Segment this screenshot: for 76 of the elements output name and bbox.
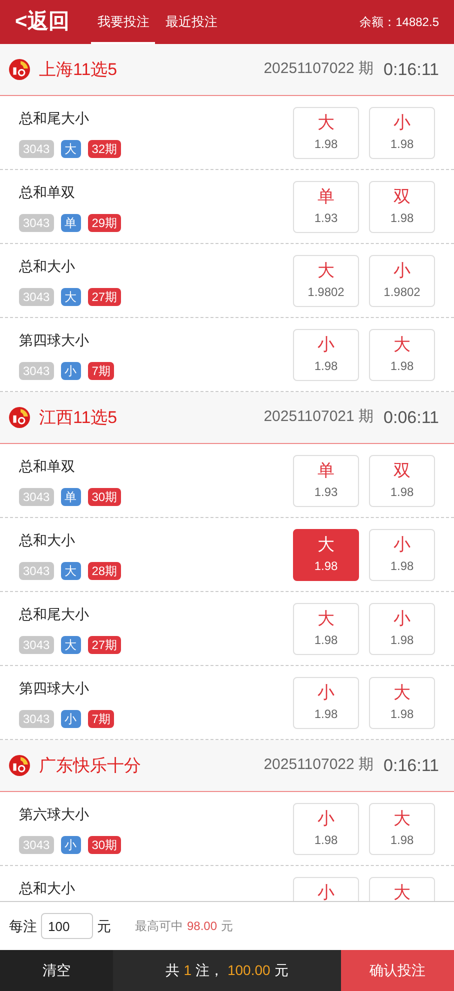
stat-tag: 大 <box>60 562 81 580</box>
total-amount: 100.00 <box>227 961 270 980</box>
bet-type-label: 总和尾大小 <box>19 605 90 624</box>
bet-type-label: 总和大小 <box>19 879 76 898</box>
stat-tag: 小 <box>60 362 81 380</box>
stat-tag: 32期 <box>88 140 122 158</box>
lottery-name: 江西11选5 <box>39 406 118 429</box>
odds-button[interactable]: 大 1.98 <box>293 107 359 159</box>
lottery-name: 上海11选5 <box>39 58 118 81</box>
odds-button[interactable]: 小 1.9802 <box>369 255 435 307</box>
max-win-label: 最高可中 <box>135 918 183 935</box>
stake-unit: 元 <box>97 916 111 936</box>
bet-type-label: 总和单双 <box>19 457 76 476</box>
stake-label: 每注 <box>9 916 37 936</box>
odds-button[interactable]: 小 1.98 <box>293 677 359 729</box>
max-win-amount: 98.00 <box>187 918 218 935</box>
stake-input[interactable]: 100 <box>41 913 93 939</box>
balance: 余额：14882.5 <box>360 14 439 31</box>
stat-tag: 7期 <box>88 362 114 380</box>
odds-button[interactable]: 大 1.98 <box>293 529 359 581</box>
bet-type-label: 总和大小 <box>19 257 76 276</box>
countdown: 0:06:11 <box>384 406 439 429</box>
stat-tag: 大 <box>60 636 81 654</box>
back-button[interactable]: <返回 <box>15 6 70 38</box>
summary-text: 注， <box>195 961 224 980</box>
odds-button[interactable]: 大 1.98 <box>369 677 435 729</box>
lottery-logo-icon <box>9 59 30 80</box>
countdown: 0:16:11 <box>384 754 439 777</box>
stat-tag: 大 <box>60 288 81 306</box>
stat-tag: 单 <box>60 214 81 232</box>
bet-type-label: 第四球大小 <box>19 679 90 698</box>
odds-button[interactable]: 单 1.93 <box>293 181 359 233</box>
issue-number: 20251107022 期 <box>264 59 374 80</box>
odds-button[interactable]: 大 1.98 <box>293 603 359 655</box>
clear-button[interactable]: 清空 <box>0 950 113 991</box>
odds-button[interactable]: 小 1.98 <box>369 603 435 655</box>
stat-tag: 小 <box>60 836 81 854</box>
stat-tag: 30期 <box>88 488 122 506</box>
bet-type-label: 第四球大小 <box>19 331 90 350</box>
stat-tag: 小 <box>60 710 81 728</box>
stat-tag: 29期 <box>88 214 122 232</box>
bet-type-label: 总和单双 <box>19 183 76 202</box>
bet-type-label: 总和大小 <box>19 531 76 550</box>
stat-tag: 30期 <box>88 836 122 854</box>
bet-type-label: 总和尾大小 <box>19 109 90 128</box>
odds-button[interactable]: 小 1.98 <box>369 529 435 581</box>
odds-button[interactable]: 小 1.98 <box>293 803 359 855</box>
bet-type-label: 第六球大小 <box>19 805 90 824</box>
summary-text: 共 <box>166 961 180 980</box>
bet-count: 1 <box>184 961 192 980</box>
issue-number: 20251107022 期 <box>264 755 374 776</box>
odds-button[interactable]: 大 1.98 <box>369 329 435 381</box>
stat-tag: 27期 <box>88 288 122 306</box>
tab[interactable]: 最近投注 <box>159 0 224 44</box>
summary-unit: 元 <box>274 961 288 980</box>
lottery-logo-icon <box>9 755 30 776</box>
stat-tag: 单 <box>60 488 81 506</box>
stat-tag: 大 <box>60 140 81 158</box>
odds-button[interactable]: 小 <box>293 877 359 901</box>
odds-button[interactable]: 小 1.98 <box>293 329 359 381</box>
odds-button[interactable]: 大 1.9802 <box>293 255 359 307</box>
stat-tag: 7期 <box>88 710 114 728</box>
odds-button[interactable]: 双 1.98 <box>369 181 435 233</box>
odds-button[interactable]: 大 1.98 <box>369 803 435 855</box>
odds-button[interactable]: 单 1.93 <box>293 455 359 507</box>
odds-button[interactable]: 双 1.98 <box>369 455 435 507</box>
issue-number: 20251107021 期 <box>264 407 374 428</box>
odds-button[interactable]: 小 1.98 <box>369 107 435 159</box>
max-win-unit: 元 <box>221 918 234 935</box>
confirm-button[interactable]: 确认投注 <box>341 950 454 991</box>
odds-button[interactable]: 大 <box>369 877 435 901</box>
lottery-name: 广东快乐十分 <box>39 754 141 777</box>
stat-tag: 27期 <box>88 636 122 654</box>
stat-tag: 28期 <box>88 562 122 580</box>
countdown: 0:16:11 <box>384 58 439 81</box>
lottery-logo-icon <box>9 407 30 428</box>
